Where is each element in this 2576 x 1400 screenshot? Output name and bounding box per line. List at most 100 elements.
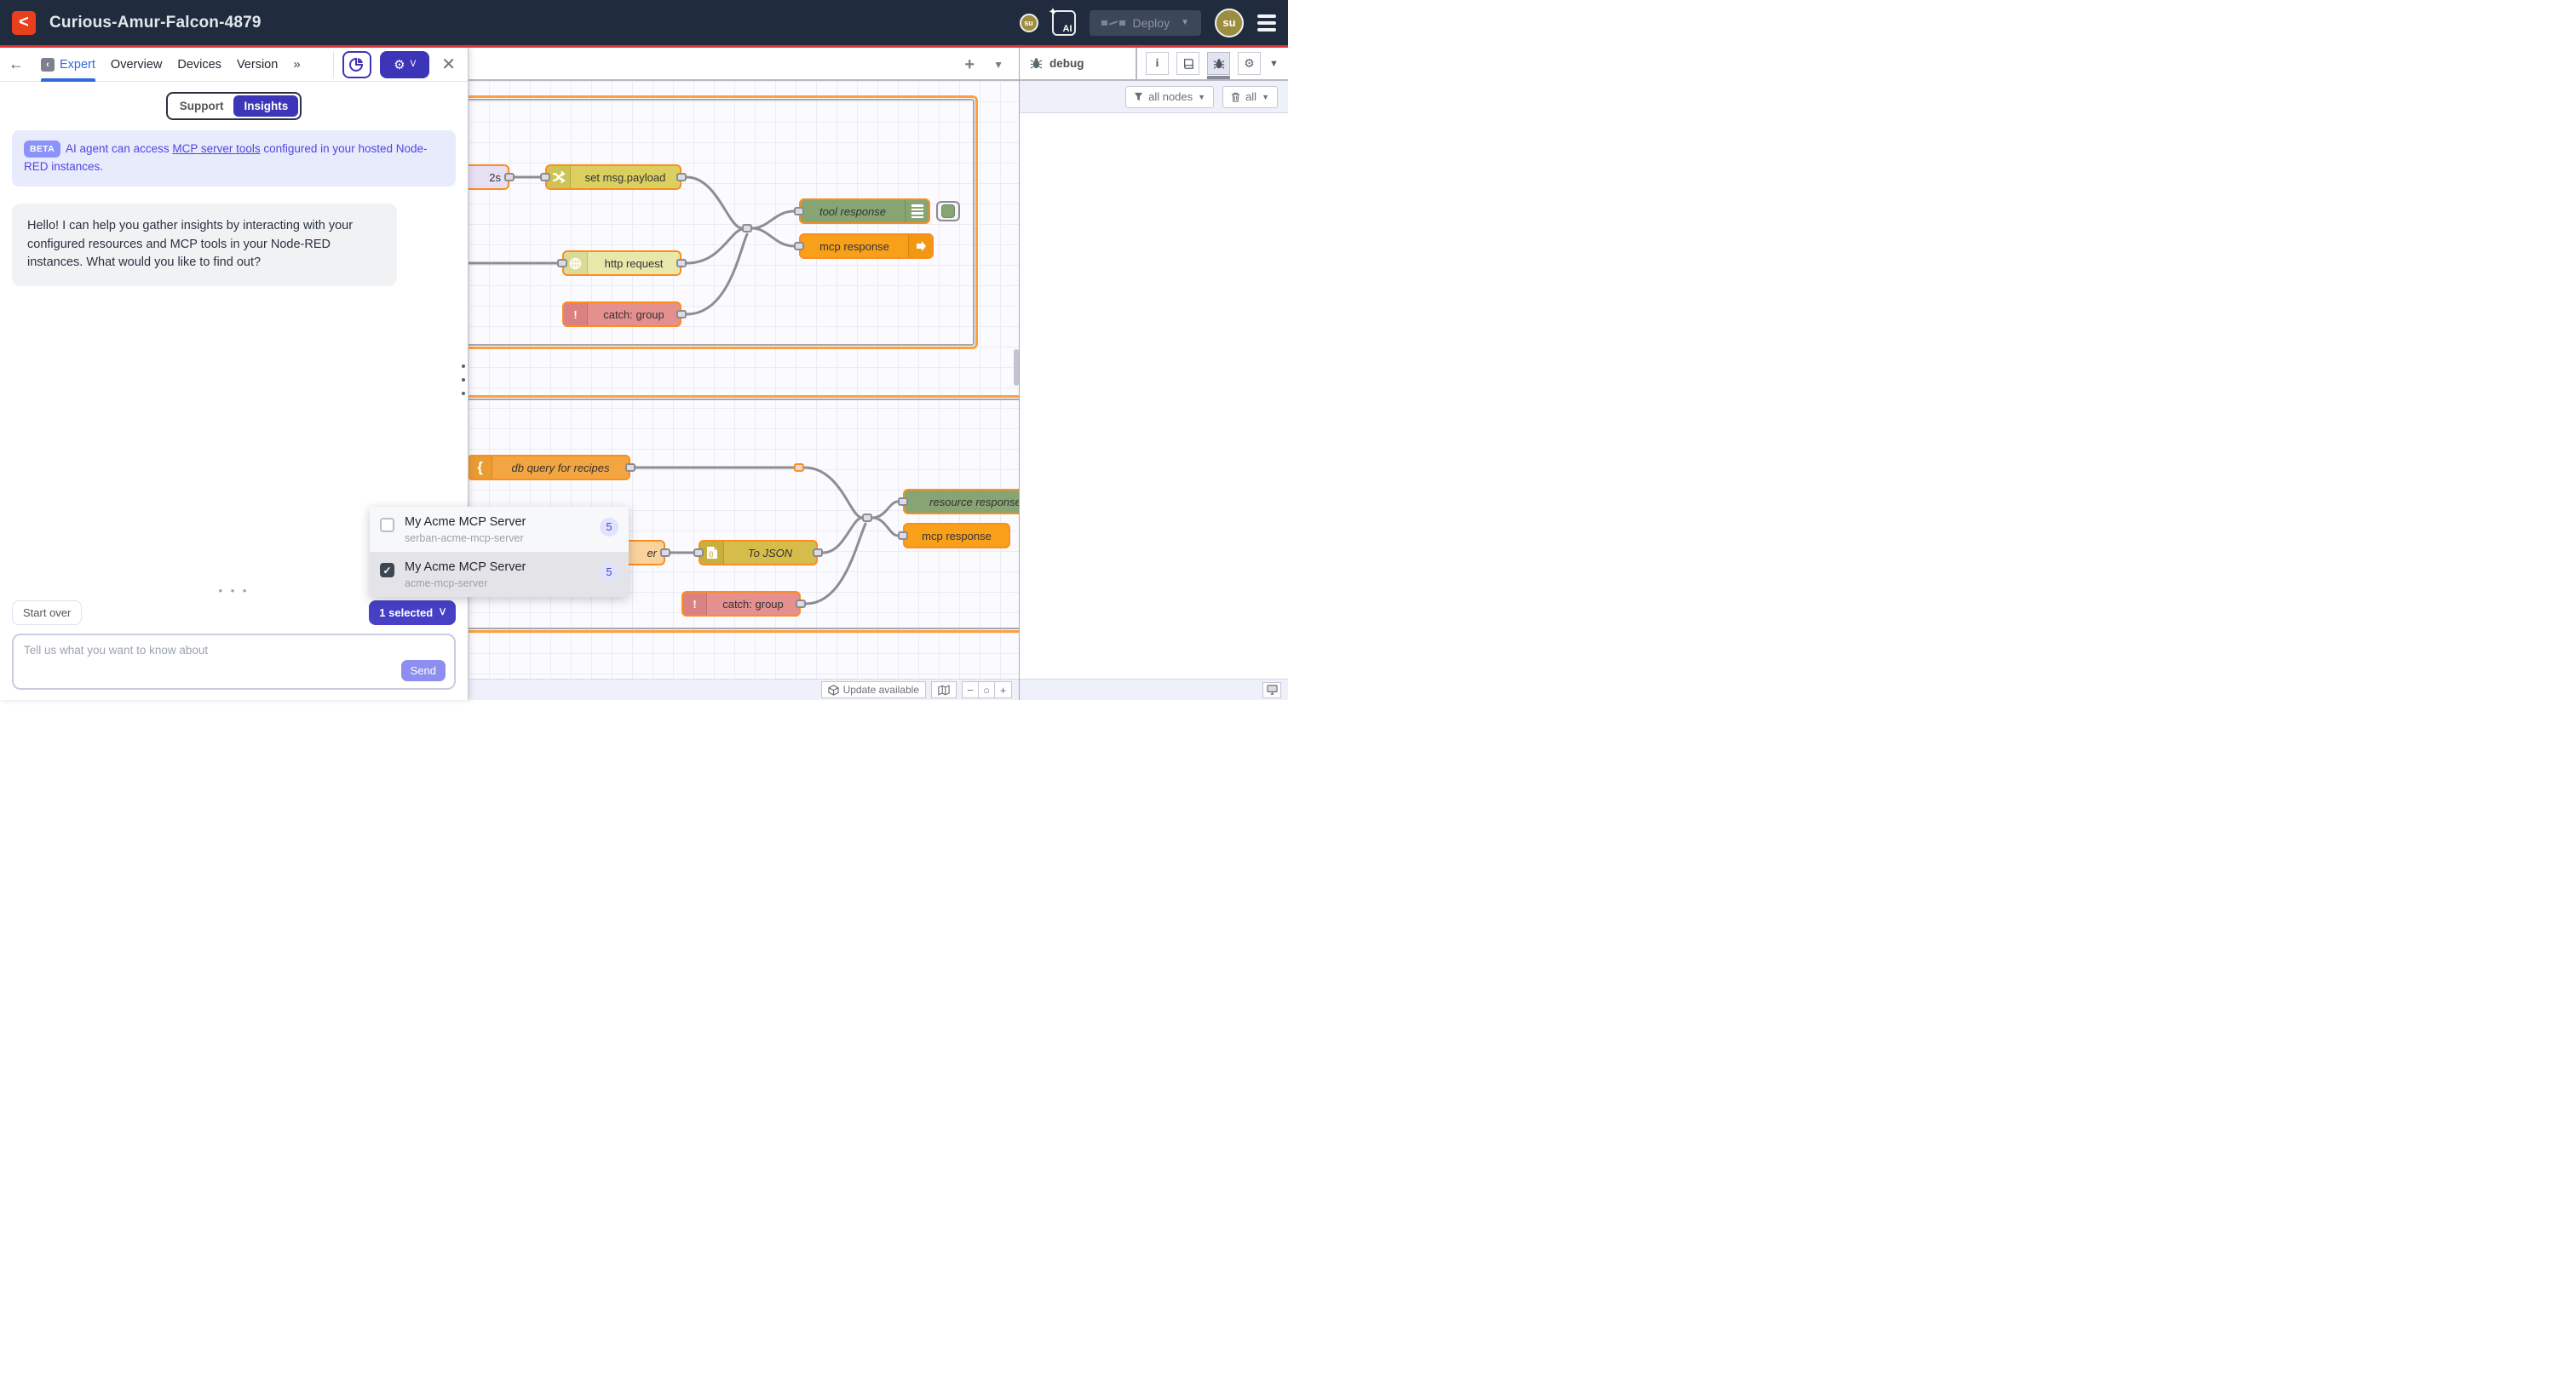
toggle-insights[interactable]: Insights — [233, 95, 298, 117]
instance-title: Curious-Amur-Falcon-4879 — [49, 14, 262, 32]
zoom-in-button[interactable]: + — [995, 682, 1011, 697]
bug-icon — [1030, 57, 1043, 70]
checkbox-checked[interactable]: ✓ — [380, 563, 394, 577]
tab-devices[interactable]: Devices — [177, 48, 221, 82]
assistant-panel: ← ‹ Expert Overview Devices Version » ⚙ … — [0, 48, 469, 700]
help-tab-button[interactable] — [1176, 52, 1199, 75]
user-avatar[interactable]: su — [1215, 9, 1244, 37]
node-mcp-response-top[interactable]: mcp response — [799, 233, 934, 259]
chat-input[interactable] — [14, 635, 454, 669]
node-to-json[interactable]: {} To JSON — [699, 540, 818, 565]
mcp-server-option[interactable]: My Acme MCP Server serban-acme-mcp-serve… — [370, 507, 629, 552]
tool-count-badge: 5 — [600, 518, 618, 536]
ai-assistant-icon[interactable]: ✦ AI — [1052, 10, 1076, 36]
minimap-button[interactable] — [931, 681, 957, 698]
mcp-server-option[interactable]: ✓ My Acme MCP Server acme-mcp-server 5 — [370, 552, 629, 597]
send-button[interactable]: Send — [401, 660, 446, 681]
port[interactable] — [557, 259, 567, 267]
port[interactable] — [676, 259, 687, 267]
tab-version[interactable]: Version — [237, 48, 278, 82]
port[interactable] — [540, 173, 550, 181]
sidebar-menu-chevron-icon[interactable]: ▼ — [1269, 59, 1279, 69]
tab-expert[interactable]: ‹ Expert — [41, 48, 95, 82]
add-flow-icon[interactable]: + — [964, 55, 975, 75]
node-catch-2[interactable]: ! catch: group — [681, 591, 801, 617]
port[interactable] — [794, 242, 804, 250]
gear-icon: ⚙ — [1244, 56, 1255, 71]
port[interactable] — [625, 463, 635, 472]
zoom-reset-button[interactable]: ○ — [979, 682, 995, 697]
sparkle-icon: ✦ — [1049, 5, 1058, 19]
trash-icon — [1231, 92, 1240, 102]
avatar-small[interactable]: su — [1020, 14, 1038, 32]
arrow-right-icon — [908, 235, 932, 257]
selected-servers-dropdown[interactable]: 1 selected ᐯ — [369, 600, 456, 625]
settings-dropdown-button[interactable]: ⚙ ᐯ — [380, 51, 429, 78]
port[interactable] — [676, 173, 687, 181]
mcp-server-tools-link[interactable]: MCP server tools — [172, 142, 260, 155]
debug-clear-dropdown[interactable]: all ▼ — [1222, 86, 1278, 108]
config-tab-button[interactable]: ⚙ — [1238, 52, 1261, 75]
chevron-down-icon: ▼ — [1262, 93, 1269, 101]
port[interactable] — [898, 531, 908, 540]
port[interactable] — [676, 310, 687, 318]
monitor-icon — [1267, 685, 1278, 695]
port[interactable] — [794, 207, 804, 215]
canvas-grid[interactable]: 2s set msg.payload tool response — [469, 81, 1019, 700]
node-tool-response[interactable]: tool response — [799, 198, 930, 224]
checkbox-unchecked[interactable] — [380, 518, 394, 532]
panel-tab-bar: ← ‹ Expert Overview Devices Version » ⚙ … — [0, 48, 468, 82]
update-available-button[interactable]: Update available — [821, 681, 926, 698]
zoom-controls: − ○ + — [962, 681, 1012, 698]
port-highlighted[interactable] — [794, 463, 804, 472]
debug-enable-toggle[interactable] — [936, 201, 960, 221]
node-catch-1[interactable]: ! catch: group — [562, 301, 681, 327]
flow-canvas[interactable]: + ▼ — [469, 48, 1019, 700]
tab-overview[interactable]: Overview — [111, 48, 162, 82]
port[interactable] — [813, 548, 823, 557]
wire-junction-port[interactable] — [862, 514, 872, 522]
info-tab-button[interactable]: i — [1146, 52, 1169, 75]
chevron-down-icon[interactable]: ▼ — [1181, 18, 1189, 27]
beta-badge: BETA — [24, 141, 60, 158]
sidebar-tab-bar: debug i ⚙ ▼ — [1020, 48, 1288, 81]
bug-icon — [1213, 58, 1225, 70]
debug-tab-button[interactable] — [1207, 52, 1230, 75]
beta-text-before: AI agent can access — [66, 142, 172, 155]
chevron-down-icon: ᐯ — [411, 60, 417, 69]
close-icon[interactable]: ✕ — [441, 54, 456, 75]
node-resource-response[interactable]: resource response — [903, 489, 1019, 514]
globe-icon — [564, 252, 588, 274]
deploy-button[interactable]: Deploy ▼ — [1090, 10, 1202, 36]
port[interactable] — [898, 497, 908, 506]
brace-icon: { — [469, 456, 492, 479]
gear-icon: ⚙ — [394, 57, 405, 72]
node-db-query[interactable]: { db query for recipes — [469, 455, 630, 480]
toggle-support[interactable]: Support — [170, 95, 234, 117]
usage-pie-button[interactable] — [342, 51, 371, 78]
debug-sidebar: debug i ⚙ ▼ all nodes ▼ al — [1019, 48, 1288, 700]
flow-list-chevron-icon[interactable]: ▼ — [993, 59, 1003, 71]
open-window-button[interactable] — [1262, 682, 1281, 698]
node-change[interactable]: set msg.payload — [545, 164, 681, 190]
debug-filter-dropdown[interactable]: all nodes ▼ — [1125, 86, 1214, 108]
wire-junction-port[interactable] — [742, 224, 752, 232]
back-arrow-icon[interactable]: ← — [9, 55, 26, 73]
tab-overflow-icon[interactable]: » — [293, 57, 300, 72]
zoom-out-button[interactable]: − — [963, 682, 979, 697]
port[interactable] — [693, 548, 704, 557]
hamburger-menu-icon[interactable] — [1257, 14, 1276, 32]
deploy-nodes-icon — [1101, 20, 1125, 26]
panel-resize-handle[interactable] — [462, 364, 465, 395]
brand-logo-icon[interactable]: < — [12, 11, 36, 35]
tab-debug[interactable]: debug — [1020, 47, 1137, 80]
port[interactable] — [504, 173, 515, 181]
node-http-request[interactable]: http request — [562, 250, 681, 276]
funnel-icon — [1134, 92, 1143, 101]
node-mcp-response-bottom[interactable]: mcp response — [903, 523, 1010, 548]
start-over-button[interactable]: Start over — [12, 600, 82, 625]
map-icon — [938, 685, 950, 696]
port[interactable] — [660, 548, 670, 557]
port[interactable] — [796, 600, 806, 608]
node-inject[interactable]: 2s — [469, 164, 509, 190]
